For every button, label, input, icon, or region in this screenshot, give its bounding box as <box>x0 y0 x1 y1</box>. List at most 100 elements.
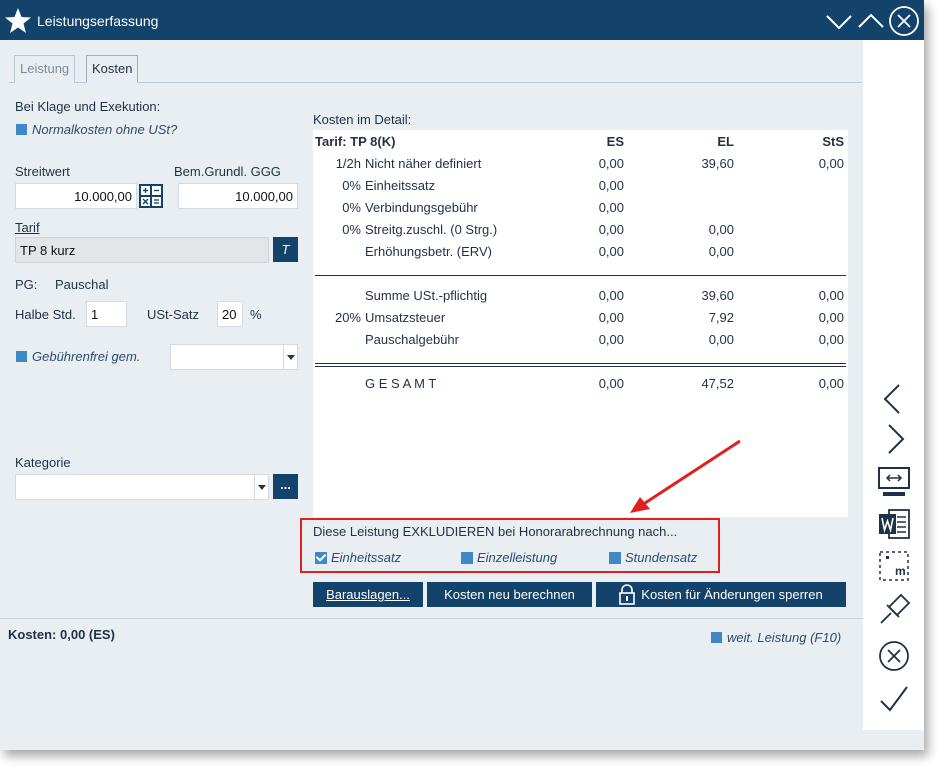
row-es: 0,00 <box>598 178 624 193</box>
exclude-einzelleistung-checkbox[interactable] <box>461 552 473 564</box>
chevron-right-icon[interactable] <box>877 423 911 455</box>
gebuehrenfrei-label: Gebührenfrei gem. <box>32 349 141 364</box>
chevron-down-icon[interactable] <box>824 7 854 35</box>
close-icon[interactable] <box>888 5 920 37</box>
row-el: 0,00 <box>708 244 734 259</box>
row-label: Verbindungsgebühr <box>365 200 478 215</box>
memo-icon[interactable]: m <box>877 550 911 582</box>
weit-leistung-checkbox[interactable] <box>711 632 722 643</box>
tab-leistung[interactable]: Leistung <box>14 55 76 83</box>
summary-el: 0,00 <box>708 332 734 347</box>
halbe-label: Halbe Std. <box>15 307 76 322</box>
summary-sts: 0,00 <box>818 288 844 303</box>
summary-es: 0,00 <box>598 332 624 347</box>
tab-kosten-label: Kosten <box>92 61 133 76</box>
normalkosten-checkbox[interactable] <box>16 124 27 135</box>
summary-pct: 20% <box>334 310 361 325</box>
tarif-header: Tarif: TP 8(K) <box>315 134 396 149</box>
ust-label: USt-Satz <box>147 307 200 322</box>
col-es-header: ES <box>606 134 624 149</box>
detail-heading: Kosten im Detail: <box>313 112 412 127</box>
row-label: Streitg.zuschl. (0 Strg.) <box>365 222 498 237</box>
checkmark-icon[interactable] <box>877 683 911 715</box>
total-es: 0,00 <box>598 376 624 391</box>
row-pct: 0% <box>342 178 361 193</box>
summary-sts: 0,00 <box>818 310 844 325</box>
pg-value: Pauschal <box>55 277 109 292</box>
exclude-einheitssatz-checkbox[interactable] <box>315 552 327 564</box>
normalkosten-label: Normalkosten ohne USt? <box>32 122 178 137</box>
pin-icon[interactable] <box>877 593 911 625</box>
row-el: 39,60 <box>701 156 734 171</box>
exclude-stundensatz-checkbox[interactable] <box>609 552 621 564</box>
ust-input[interactable]: 20 <box>217 301 243 327</box>
kategorie-button[interactable]: ... <box>273 474 298 499</box>
tab-kosten[interactable]: Kosten <box>86 55 139 83</box>
klage-label: Bei Klage und Exekution: <box>15 99 161 114</box>
star-icon[interactable] <box>4 7 32 35</box>
kategorie-select[interactable] <box>15 474 269 500</box>
row-label: Einheitssatz <box>365 178 436 193</box>
divider <box>315 275 846 276</box>
summary-es: 0,00 <box>598 310 624 325</box>
annotation-arrow-icon <box>630 439 741 513</box>
total-label: G E S A M T <box>365 376 437 391</box>
lock-icon <box>619 584 635 605</box>
screen-expand-icon[interactable] <box>877 466 911 498</box>
row-pct: 1/2h <box>335 156 361 171</box>
title-bar: Leistungserfassung <box>0 0 924 40</box>
ust-unit: % <box>250 307 262 322</box>
tarif-input[interactable]: TP 8 kurz <box>15 237 269 263</box>
kosten-sperren-label: Kosten für Änderungen sperren <box>641 587 823 602</box>
calculator-icon[interactable] <box>139 184 163 208</box>
word-document-icon[interactable] <box>877 508 911 540</box>
summary-label: Summe USt.-pflichtig <box>365 288 488 303</box>
row-es: 0,00 <box>598 200 624 215</box>
total-sts: 0,00 <box>818 376 844 391</box>
divider <box>315 366 846 367</box>
exclude-stundensatz-label: Stundensatz <box>625 550 698 565</box>
row-pct: 0% <box>342 222 361 237</box>
chevron-down-icon[interactable] <box>283 345 297 369</box>
weit-leistung-label: weit. Leistung (F10) <box>727 630 842 645</box>
tarif-label: Tarif <box>15 220 40 235</box>
kosten-neu-berechnen-button[interactable]: Kosten neu berechnen <box>427 582 592 607</box>
row-sts: 0,00 <box>818 156 844 171</box>
barauslagen-button[interactable]: Barauslagen... <box>313 582 423 607</box>
divider <box>315 363 846 364</box>
halbe-input[interactable]: 1 <box>86 301 127 327</box>
bemgrundl-input[interactable]: 10.000,00 <box>178 183 298 209</box>
summary-es: 0,00 <box>598 288 624 303</box>
window: Leistungserfassung Leistung Kosten Bei K… <box>0 0 924 750</box>
row-es: 0,00 <box>598 156 624 171</box>
kosten-total: Kosten: 0,00 (ES) <box>8 627 115 642</box>
cancel-icon[interactable] <box>877 640 911 672</box>
summary-el: 39,60 <box>701 288 734 303</box>
summary-el: 7,92 <box>708 310 734 325</box>
tab-leistung-label: Leistung <box>20 61 70 76</box>
streitwert-input[interactable]: 10.000,00 <box>15 183 137 209</box>
gebuehrenfrei-checkbox[interactable] <box>16 351 27 362</box>
col-el-header: EL <box>717 134 734 149</box>
total-el: 47,52 <box>701 376 734 391</box>
row-el: 0,00 <box>708 222 734 237</box>
chevron-up-icon[interactable] <box>856 7 886 35</box>
kategorie-label: Kategorie <box>15 455 71 470</box>
streitwert-label: Streitwert <box>15 164 70 179</box>
row-label: Nicht näher definiert <box>365 156 482 171</box>
gebuehrenfrei-select[interactable] <box>170 344 298 370</box>
window-title: Leistungserfassung <box>37 13 159 29</box>
chevron-left-icon[interactable] <box>877 383 911 415</box>
footer-divider <box>0 618 863 619</box>
col-sts-header: StS <box>822 134 844 149</box>
tarif-button[interactable]: T <box>273 237 298 262</box>
pg-label: PG: <box>15 277 38 292</box>
summary-label: Pauschalgebühr <box>365 332 459 347</box>
chevron-down-icon[interactable] <box>254 475 268 499</box>
bemgrundl-label: Bem.Grundl. GGG <box>174 164 281 179</box>
bottom-strip <box>0 730 924 750</box>
kosten-sperren-button[interactable]: Kosten für Änderungen sperren <box>596 582 846 607</box>
svg-text:m: m <box>895 564 906 578</box>
row-es: 0,00 <box>598 244 624 259</box>
summary-sts: 0,00 <box>818 332 844 347</box>
